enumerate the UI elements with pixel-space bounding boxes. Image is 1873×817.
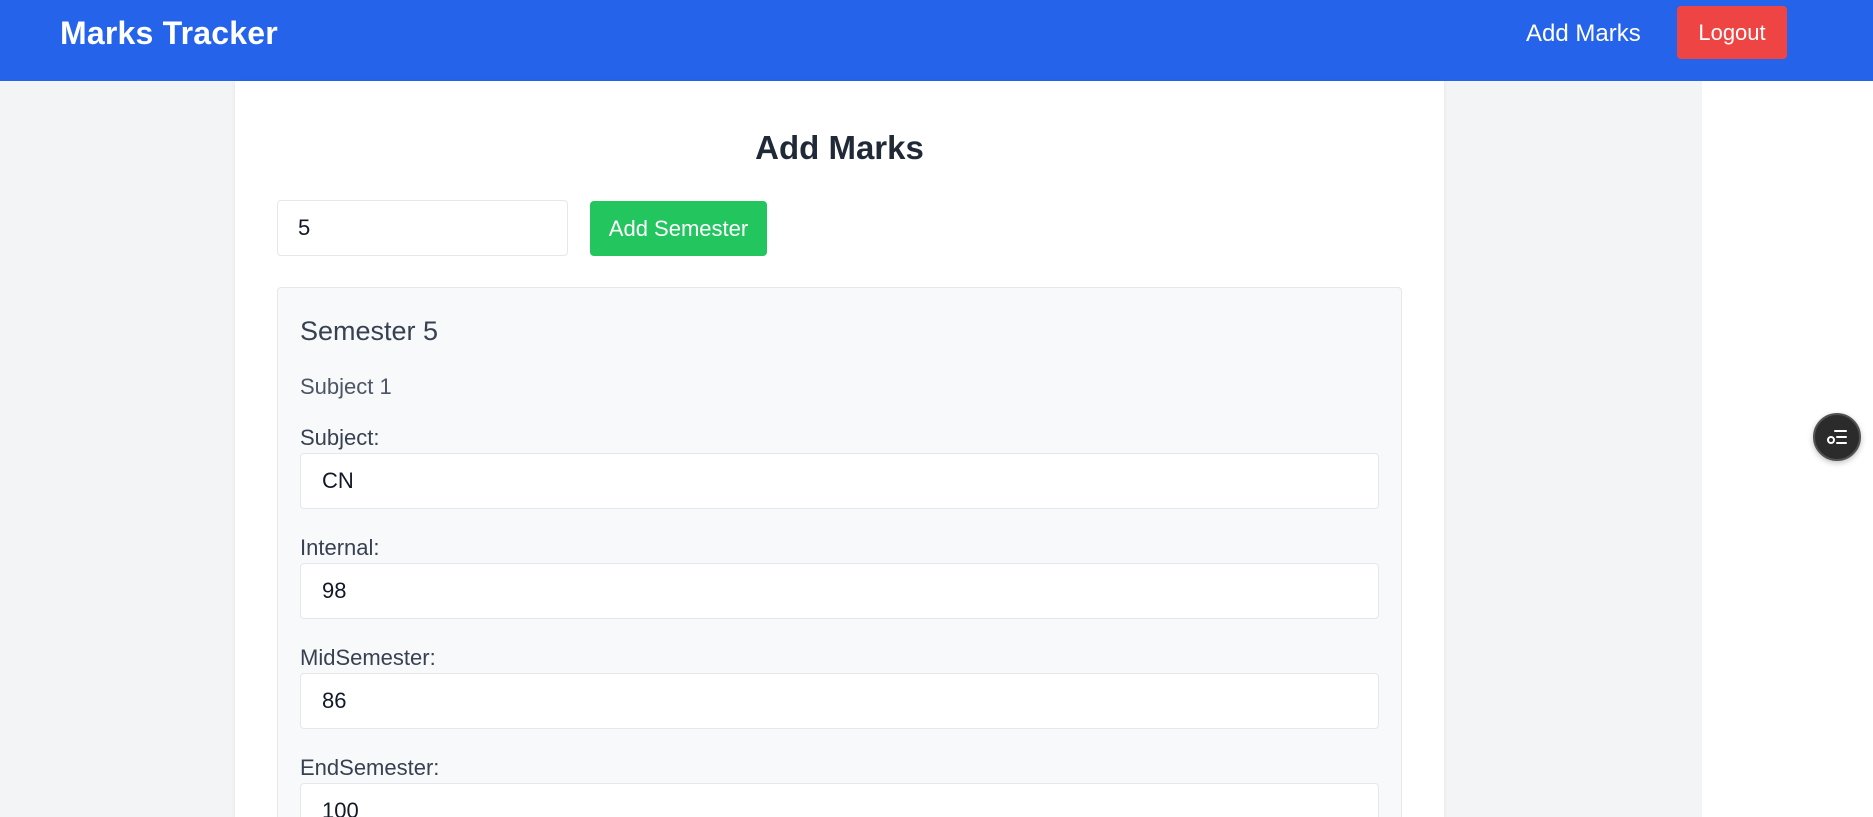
- list-settings-icon: [1827, 430, 1847, 444]
- nav-link-add-marks[interactable]: Add Marks: [1526, 20, 1641, 48]
- endsemester-label: EndSemester:: [300, 755, 440, 780]
- page-title: Add Marks: [755, 129, 924, 166]
- subject-input[interactable]: [300, 453, 1379, 509]
- endsemester-input[interactable]: [300, 783, 1379, 817]
- subject-heading: Subject 1: [300, 374, 392, 399]
- internal-label: Internal:: [300, 535, 380, 560]
- brand-title[interactable]: Marks Tracker: [60, 15, 278, 52]
- midsemester-input[interactable]: [300, 673, 1379, 729]
- navbar: Marks Tracker Add Marks Logout: [0, 0, 1873, 81]
- add-marks-card: Add Marks Add Semester Semester 5 Subjec…: [235, 81, 1444, 817]
- add-semester-button[interactable]: Add Semester: [590, 201, 767, 256]
- internal-input[interactable]: [300, 563, 1379, 619]
- midsemester-label: MidSemester:: [300, 645, 436, 670]
- semester-number-input[interactable]: [277, 200, 568, 256]
- logout-button[interactable]: Logout: [1677, 6, 1787, 59]
- semester-title: Semester 5: [300, 316, 439, 346]
- subject-label: Subject:: [300, 425, 380, 450]
- semester-section: Semester 5 Subject 1 Subject: Internal: …: [277, 287, 1402, 817]
- floating-action-button[interactable]: [1813, 413, 1861, 461]
